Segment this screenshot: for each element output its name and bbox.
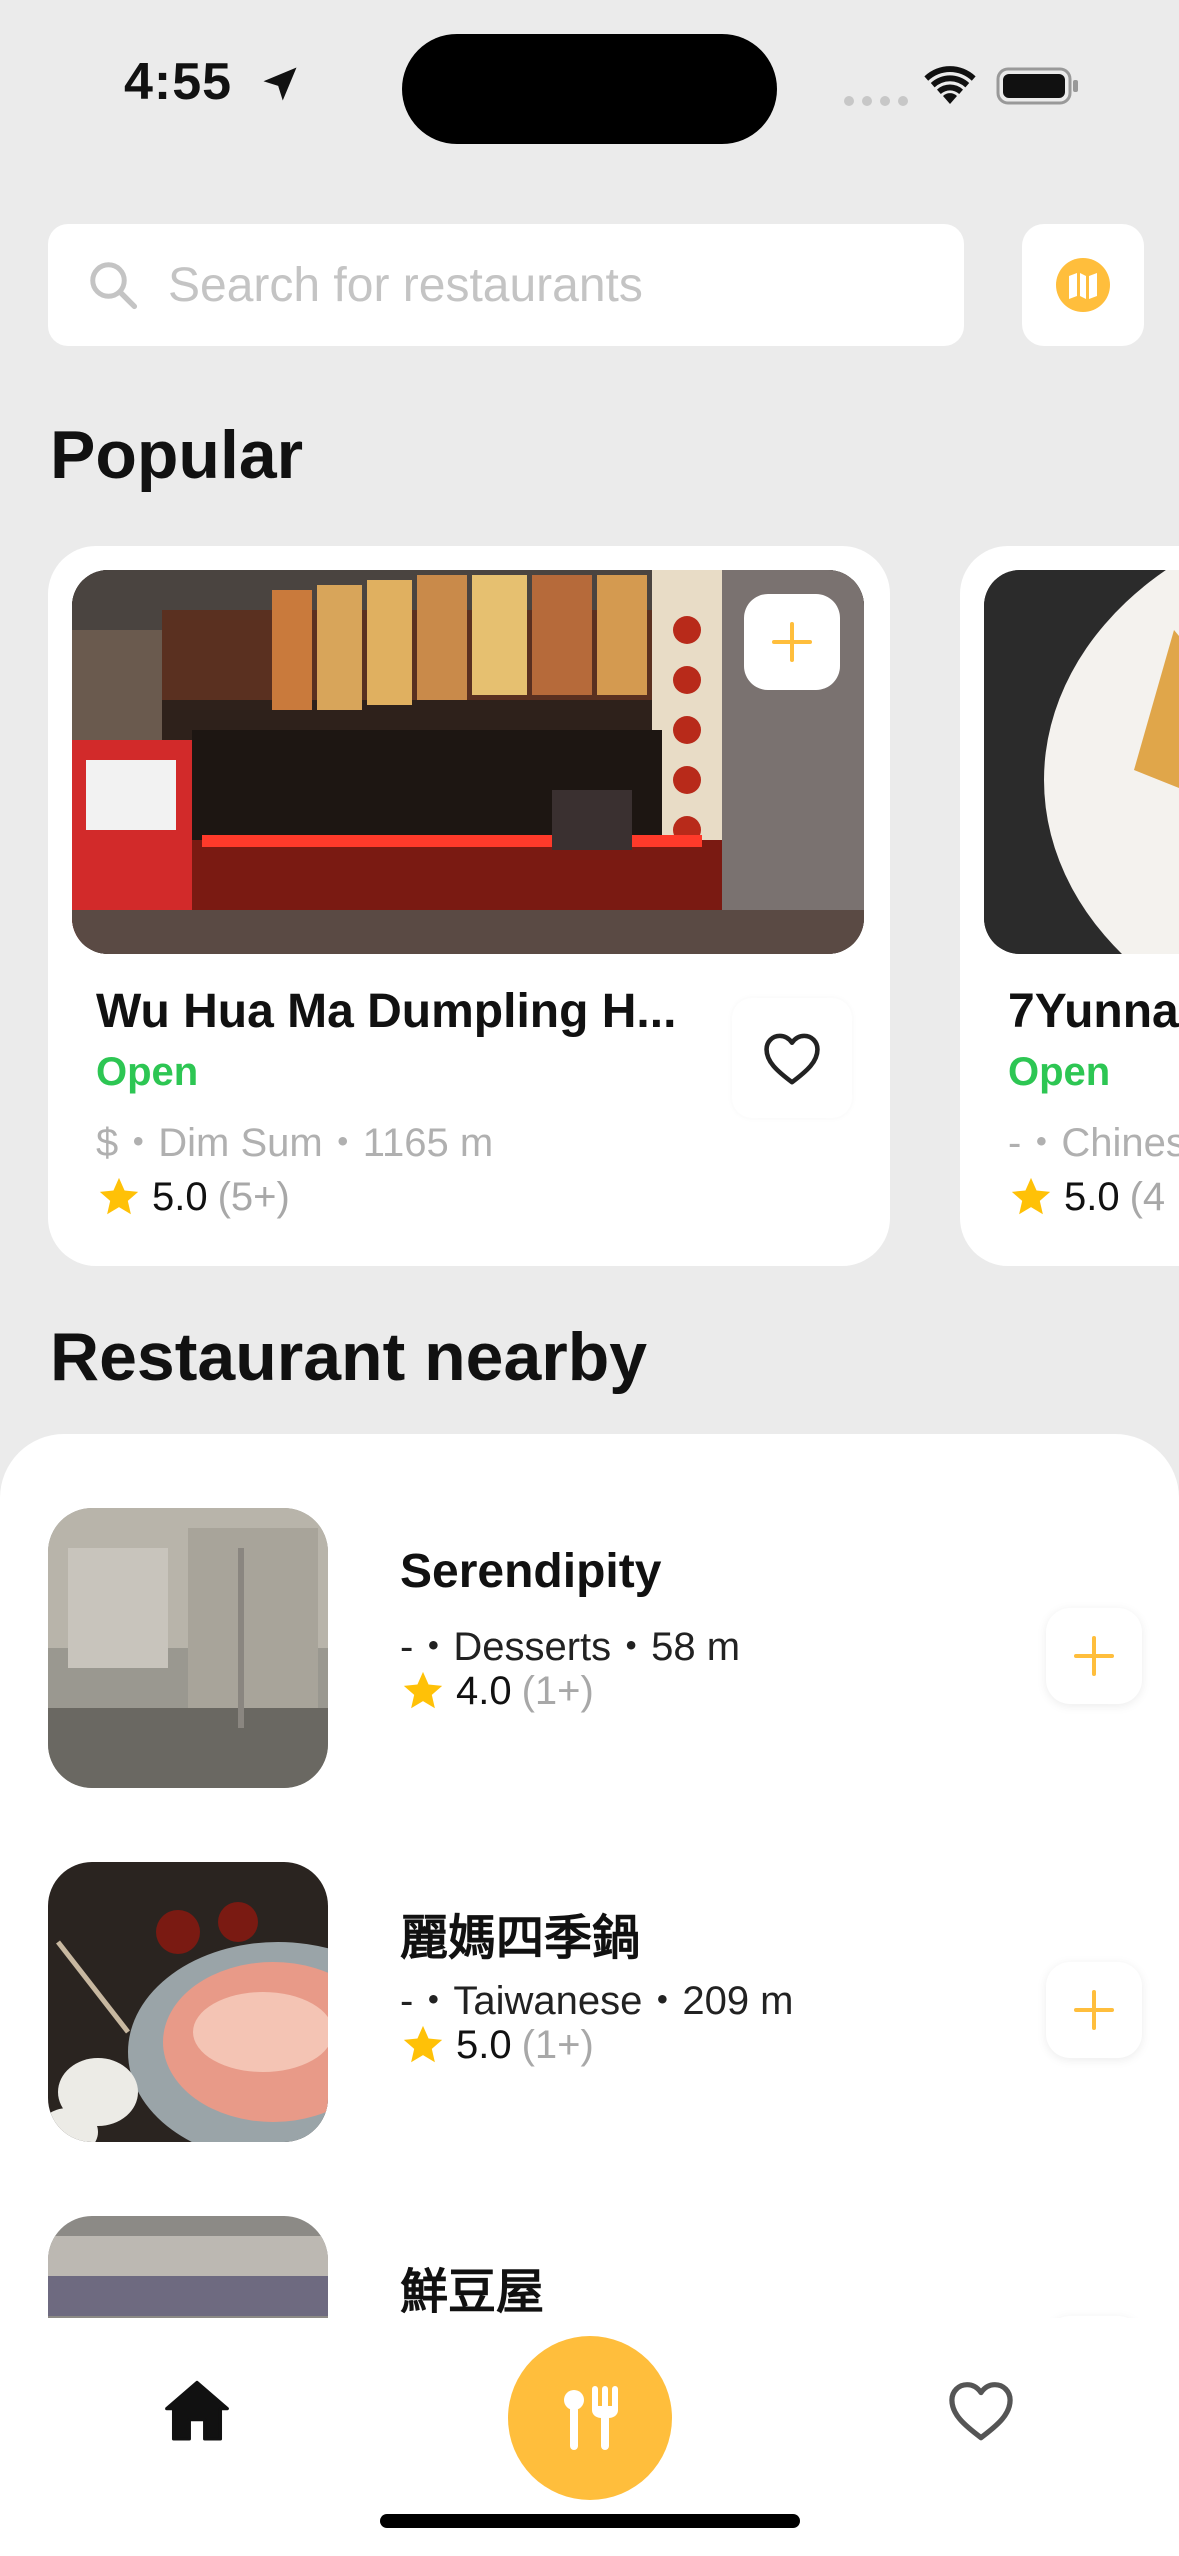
star-icon [403,2025,443,2063]
restaurant-meta: -・Desserts・58 m [400,1625,741,1669]
rating-value: 5.0 [456,2022,512,2067]
rating-count: (1+) [521,2022,594,2067]
home-icon[interactable] [164,2378,230,2442]
location-arrow-icon [263,67,297,101]
dynamic-island [402,34,777,144]
rating-count: (1+) [521,1668,594,1713]
cellular-signal-icon [844,96,908,106]
star-icon [99,1177,139,1215]
restaurant-photo [72,570,864,954]
heart-outline-icon[interactable] [946,2378,1016,2442]
restaurant-name: 鮮豆屋 [400,2266,545,2319]
dine-tab-button[interactable] [508,2336,672,2500]
add-button[interactable] [1046,1962,1142,2058]
restaurant-thumbnail [48,1862,328,2142]
plus-icon [1074,1990,1114,2030]
rating-value: 4.0 [456,1668,512,1713]
popular-card[interactable]: Wu Hua Ma Dumpling H... Open $・Dim Sum・1… [48,546,890,1266]
list-item[interactable]: 麗媽四季鍋 -・Taiwanese・209 m 5.0 (1+) [0,1862,1179,2152]
rating: 5.0 (5+) [96,1174,290,1220]
restaurant-photo [984,570,1179,954]
app-screen: 4:55 Popular [0,0,1179,2556]
utensils-icon [564,2386,618,2450]
restaurant-name: Serendipity [400,1545,662,1598]
rating-value: 5.0 [152,1174,208,1219]
add-button[interactable] [1046,1608,1142,1704]
star-icon [1011,1177,1051,1215]
rating-count: (5+) [217,1174,290,1219]
add-button[interactable] [744,594,840,690]
list-item[interactable]: Serendipity -・Desserts・58 m 4.0 (1+) [0,1508,1179,1798]
restaurant-name: Wu Hua Ma Dumpling H... [96,985,677,1038]
popular-card[interactable]: 7Yunna Open -・Chines 5.0 (4 [960,546,1179,1266]
plus-icon [772,622,812,662]
nearby-section-title: Restaurant nearby [50,1319,648,1395]
rating-value: 5.0 [1064,1174,1120,1219]
map-icon [1056,258,1110,312]
open-status: Open [1008,1050,1111,1094]
restaurant-thumbnail [48,1508,328,1788]
restaurant-meta: -・Chines [1008,1121,1179,1165]
rating: 5.0 (4 [1008,1174,1165,1220]
search-icon [90,262,138,310]
popular-section-title: Popular [50,417,304,493]
battery-icon [996,67,1078,105]
wifi-icon [924,66,976,104]
search-input[interactable] [168,257,928,313]
heart-outline-icon [764,1033,820,1085]
restaurant-name: 麗媽四季鍋 [400,1912,641,1965]
rating: 4.0 (1+) [400,1668,594,1714]
rating: 5.0 (1+) [400,2022,594,2068]
restaurant-name: 7Yunna [1008,985,1179,1038]
status-time: 4:55 [124,53,233,111]
restaurant-meta: -・Taiwanese・209 m [400,1979,794,2023]
rating-count: (4 [1129,1174,1166,1219]
search-bar[interactable] [48,224,964,346]
star-icon [403,1671,443,1709]
home-indicator [380,2514,800,2528]
favorite-button[interactable] [732,998,852,1118]
map-button[interactable] [1022,224,1144,346]
open-status: Open [96,1050,199,1094]
restaurant-meta: $・Dim Sum・1165 m [96,1121,494,1165]
plus-icon [1074,1636,1114,1676]
